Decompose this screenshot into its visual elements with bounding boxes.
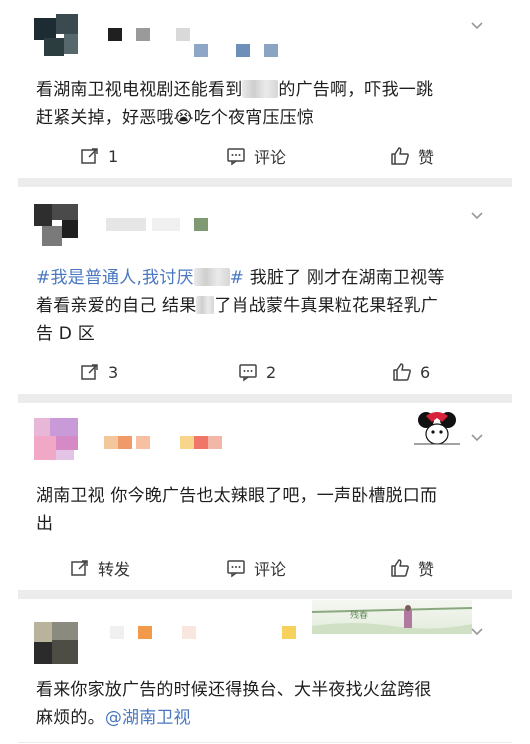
share-icon (81, 364, 98, 380)
share-icon (81, 148, 98, 164)
chevron-down-icon[interactable] (470, 18, 484, 32)
avatar[interactable] (34, 14, 78, 56)
banner-text: 残春 (350, 609, 368, 621)
post-text: 看湖南卫视电视剧还能看到 的广告啊，吓我一跳 赶紧关掉，好恶哦😭吃个夜宵压压惊 (36, 80, 434, 128)
post-separator (18, 178, 512, 187)
post-separator (18, 590, 512, 599)
post-text: 湖南卫视 你今晚广告也太辣眼了吧，一声卧槽脱口而 出 (36, 486, 438, 534)
avatar[interactable] (34, 622, 78, 664)
action-bar: 1 评论 赞 (0, 136, 530, 176)
comment-button[interactable]: 评论 (226, 556, 286, 580)
post-text: #我是普通人,我讨厌 # 我脏了 刚才在湖南卫视等 着看亲爱的自己 结果 了肖战蒙牛… (36, 268, 445, 344)
chevron-down-icon[interactable] (470, 430, 484, 444)
chevron-down-icon[interactable] (470, 624, 484, 638)
blurred-text (193, 268, 230, 286)
bottom-divider (18, 742, 512, 743)
comment-button[interactable]: 2 (238, 360, 276, 384)
landscape-banner: 残春 (312, 600, 472, 634)
avatar[interactable] (34, 418, 78, 460)
like-button[interactable]: 6 (392, 360, 430, 384)
comment-icon (239, 364, 257, 382)
post-text: 看来你家放广告的时候还得换台、大半夜找火盆跨很 麻烦的。@湖南卫视 (36, 680, 432, 728)
share-button[interactable]: 转发 (70, 556, 130, 580)
post-1: 看湖南卫视电视剧还能看到 的广告啊，吓我一跳 赶紧关掉，好恶哦😭吃个夜宵压压惊 1… (0, 0, 530, 178)
blurred-text (196, 296, 215, 314)
action-bar: 转发 评论 赞 (0, 548, 530, 588)
avatar[interactable] (34, 204, 78, 246)
crying-emoji: 😭 (173, 108, 194, 128)
minnie-mouse-sticker (412, 410, 462, 450)
action-bar: 3 2 6 (0, 352, 530, 392)
post-3: 湖南卫视 你今晚广告也太辣眼了吧，一声卧槽脱口而 出 转发 评论 赞 (0, 404, 530, 590)
comment-button[interactable]: 评论 (226, 144, 286, 168)
comment-icon (227, 560, 245, 578)
blurred-text (242, 80, 279, 98)
like-button[interactable]: 赞 (390, 144, 434, 168)
comment-icon (227, 148, 245, 166)
like-icon (391, 147, 409, 165)
mention-link[interactable]: @湖南卫视 (105, 708, 191, 728)
share-button[interactable]: 3 (80, 360, 118, 384)
post-separator (18, 394, 512, 403)
like-icon (391, 559, 409, 577)
share-icon (71, 560, 88, 576)
like-button[interactable]: 赞 (390, 556, 434, 580)
hashtag-link[interactable]: #我是普通人,我讨厌 # (36, 268, 244, 288)
like-icon (393, 363, 411, 381)
chevron-down-icon[interactable] (470, 208, 484, 222)
share-button[interactable]: 1 (80, 144, 118, 168)
post-4: 残春 看来你家放广告的时候还得换台、大半夜找火盆跨很 麻烦的。@湖南卫视 (0, 600, 530, 744)
post-2: #我是普通人,我讨厌 # 我脏了 刚才在湖南卫视等 着看亲爱的自己 结果 了肖战蒙牛… (0, 188, 530, 392)
